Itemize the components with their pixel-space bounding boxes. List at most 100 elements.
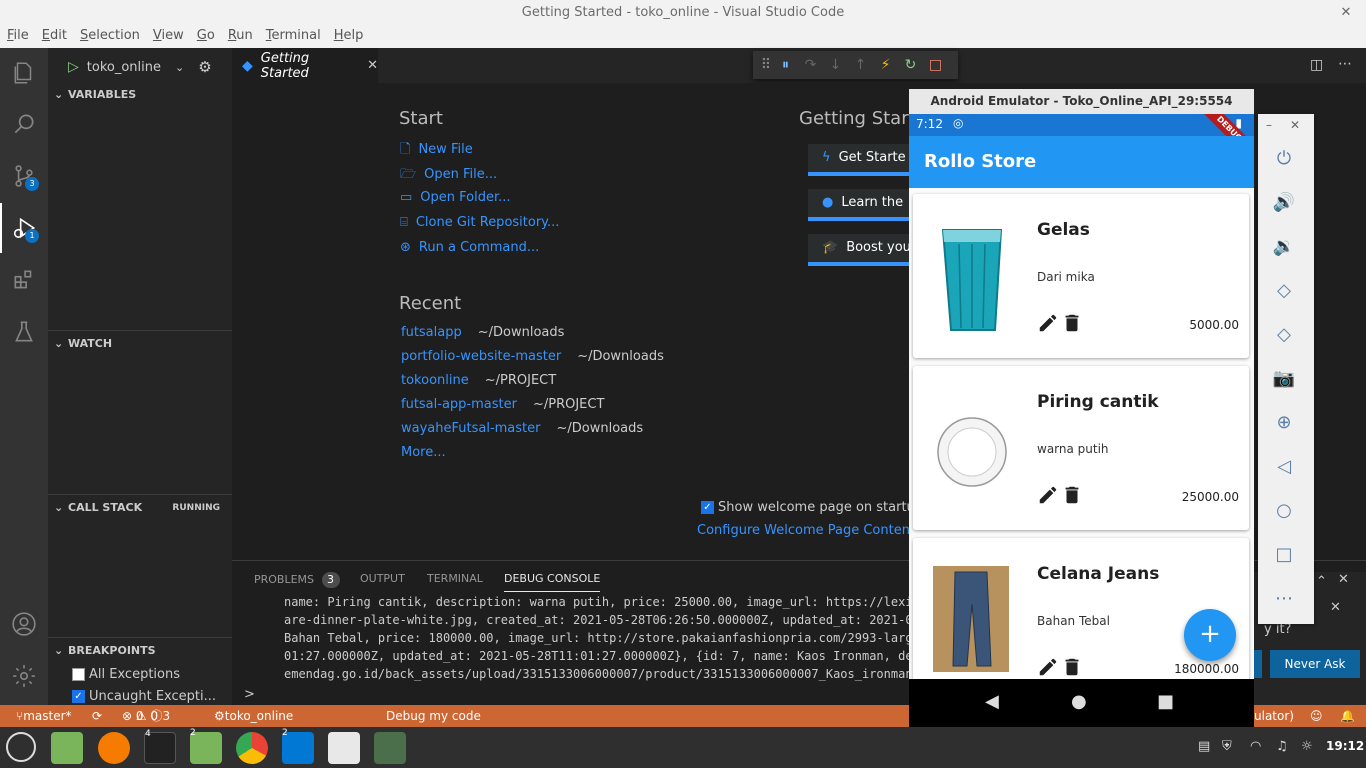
step-out-icon[interactable]: ↑ bbox=[848, 57, 873, 73]
more-icon[interactable]: ⋯ bbox=[1271, 586, 1297, 612]
files-folder-icon[interactable] bbox=[51, 732, 83, 764]
edit-pencil-icon[interactable] bbox=[1037, 484, 1059, 506]
step-into-icon[interactable]: ↓ bbox=[823, 57, 848, 73]
chevron-down-icon[interactable]: ⌄ bbox=[175, 61, 184, 74]
close-icon[interactable]: ✕ bbox=[367, 58, 378, 73]
debug-label-status[interactable]: Debug my code bbox=[386, 705, 481, 727]
call-stack-section-header[interactable]: ⌄ CALL STACK RUNNING bbox=[48, 497, 232, 519]
breakpoints-section-header[interactable]: ⌄ BREAKPOINTS bbox=[48, 640, 232, 662]
back-icon[interactable]: ◁ bbox=[1271, 454, 1297, 480]
split-editor-icon[interactable]: ◫ bbox=[1310, 57, 1323, 73]
volume-up-icon[interactable]: 🔊 bbox=[1271, 190, 1297, 216]
close-icon[interactable]: ✕ bbox=[1290, 118, 1300, 132]
close-icon[interactable]: ✕ bbox=[1330, 600, 1341, 615]
back-triangle-icon[interactable]: ◀ bbox=[985, 691, 999, 712]
home-circle-icon[interactable]: ● bbox=[1071, 691, 1087, 712]
tab-terminal[interactable]: TERMINAL bbox=[427, 572, 483, 585]
firefox-icon[interactable] bbox=[98, 732, 130, 764]
recent-item[interactable]: wayaheFutsal-master ~/Downloads bbox=[401, 421, 643, 436]
music-icon[interactable]: ♫ bbox=[1276, 739, 1288, 754]
manage-gear-icon[interactable] bbox=[0, 651, 48, 701]
brightness-icon[interactable]: ☼ bbox=[1301, 739, 1313, 754]
chrome-icon[interactable] bbox=[236, 732, 268, 764]
testing-icon[interactable] bbox=[0, 307, 48, 357]
add-product-fab[interactable]: + bbox=[1184, 609, 1236, 661]
pause-icon[interactable]: ⏸ bbox=[773, 57, 798, 73]
delete-trash-icon[interactable] bbox=[1061, 656, 1083, 678]
menu-help[interactable]: Help bbox=[334, 26, 364, 48]
stop-icon[interactable]: □ bbox=[923, 57, 948, 73]
configure-welcome-link[interactable]: Configure Welcome Page Content bbox=[697, 523, 915, 538]
recent-name[interactable]: futsalapp bbox=[401, 325, 462, 340]
recent-name[interactable]: portfolio-website-master bbox=[401, 349, 561, 364]
start-item-open-file[interactable]: 🗁 Open File... bbox=[400, 165, 497, 187]
account-icon[interactable] bbox=[0, 599, 48, 649]
search-icon[interactable] bbox=[0, 99, 48, 149]
zoom-icon[interactable]: ⊕ bbox=[1271, 410, 1297, 436]
menu-edit[interactable]: Edit bbox=[42, 26, 67, 48]
new-file-link[interactable]: New File bbox=[418, 142, 472, 157]
menu-run[interactable]: Run bbox=[228, 26, 253, 48]
menu-selection[interactable]: Selection bbox=[80, 26, 140, 48]
delete-trash-icon[interactable] bbox=[1061, 312, 1083, 334]
watch-section-header[interactable]: ⌄ WATCH bbox=[48, 333, 232, 355]
recent-name[interactable]: futsal-app-master bbox=[401, 397, 517, 412]
start-debugging-icon[interactable]: ▷ bbox=[68, 59, 79, 75]
checkbox[interactable] bbox=[72, 667, 85, 681]
feedback-icon[interactable]: ☺ bbox=[1310, 705, 1323, 727]
start-item-clone[interactable]: ⌸ Clone Git Repository... bbox=[400, 215, 559, 230]
recent-name[interactable]: wayaheFutsal-master bbox=[401, 421, 540, 436]
minimize-icon[interactable]: – bbox=[1266, 118, 1272, 132]
explorer-icon[interactable] bbox=[0, 48, 48, 98]
menu-file[interactable]: File bbox=[7, 26, 29, 48]
close-icon[interactable]: ✕ bbox=[1338, 572, 1349, 587]
restart-icon[interactable]: ↻ bbox=[898, 57, 923, 73]
mint-menu-icon[interactable] bbox=[6, 732, 36, 762]
settings-gear-icon[interactable] bbox=[328, 732, 360, 764]
clipboard-icon[interactable]: ▤ bbox=[1198, 739, 1210, 754]
recent-name[interactable]: tokoonline bbox=[401, 373, 469, 388]
edit-pencil-icon[interactable] bbox=[1037, 312, 1059, 334]
tab-getting-started[interactable]: ◆ Getting Started ✕ bbox=[232, 48, 378, 83]
sync-icon[interactable]: ⟳ bbox=[92, 705, 102, 727]
tab-output[interactable]: OUTPUT bbox=[360, 572, 405, 585]
menu-view[interactable]: View bbox=[153, 26, 184, 48]
run-command-link[interactable]: Run a Command... bbox=[419, 240, 539, 255]
recent-item[interactable]: futsal-app-master ~/PROJECT bbox=[401, 397, 604, 412]
hot-reload-icon[interactable]: ⚡ bbox=[873, 57, 898, 73]
problems-status[interactable]: ⊗ 0 ⚠ 0 ⓘ 3 bbox=[122, 705, 170, 727]
open-folder-link[interactable]: Open Folder... bbox=[420, 190, 510, 205]
source-control-icon[interactable]: 3 bbox=[0, 151, 48, 201]
emulator-status[interactable]: ulator) bbox=[1254, 705, 1294, 727]
step-over-icon[interactable]: ↷ bbox=[798, 57, 823, 73]
rotate-left-icon[interactable]: ◇ bbox=[1271, 278, 1297, 304]
checkbox-checked[interactable]: ✓ bbox=[72, 689, 85, 703]
tab-debug-console[interactable]: DEBUG CONSOLE bbox=[504, 572, 601, 592]
start-item-open-folder[interactable]: ▭ Open Folder... bbox=[400, 190, 511, 205]
recent-more-link[interactable]: More... bbox=[401, 445, 446, 460]
menu-go[interactable]: Go bbox=[197, 26, 215, 48]
walkthrough-learn[interactable]: ● Learn the bbox=[808, 189, 918, 221]
notification-primary-button[interactable] bbox=[1254, 650, 1262, 678]
chevron-up-icon[interactable]: ⌃ bbox=[1316, 574, 1327, 589]
breakpoint-uncaught-exceptions[interactable]: ✓ Uncaught Excepti... bbox=[72, 686, 216, 706]
camera-icon[interactable]: 📷 bbox=[1271, 366, 1297, 392]
clone-repo-link[interactable]: Clone Git Repository... bbox=[416, 215, 560, 230]
recent-item[interactable]: portfolio-website-master ~/Downloads bbox=[401, 349, 664, 364]
console-prompt[interactable]: > bbox=[244, 687, 255, 702]
overview-icon[interactable]: □ bbox=[1271, 542, 1297, 568]
home-icon[interactable]: ○ bbox=[1271, 498, 1297, 524]
wifi-icon[interactable]: ◠ bbox=[1250, 739, 1261, 754]
breakpoint-all-exceptions[interactable]: All Exceptions bbox=[72, 664, 180, 684]
start-item-command[interactable]: ⊛ Run a Command... bbox=[400, 240, 539, 255]
edit-pencil-icon[interactable] bbox=[1037, 656, 1059, 678]
android-studio-icon[interactable] bbox=[374, 732, 406, 764]
emulator-screen[interactable]: 7:12 ◎ ▮ DEBUG Rollo Store Gelas Dari mi… bbox=[909, 114, 1254, 727]
extensions-icon[interactable] bbox=[0, 255, 48, 305]
recent-item[interactable]: tokoonline ~/PROJECT bbox=[401, 373, 556, 388]
walkthrough-boost[interactable]: 🎓 Boost you bbox=[808, 234, 918, 266]
vscode-icon[interactable]: 2 bbox=[282, 728, 314, 764]
shield-icon[interactable]: ⛨ bbox=[1222, 739, 1232, 754]
delete-trash-icon[interactable] bbox=[1061, 484, 1083, 506]
never-ask-button[interactable]: Never Ask bbox=[1270, 650, 1360, 678]
